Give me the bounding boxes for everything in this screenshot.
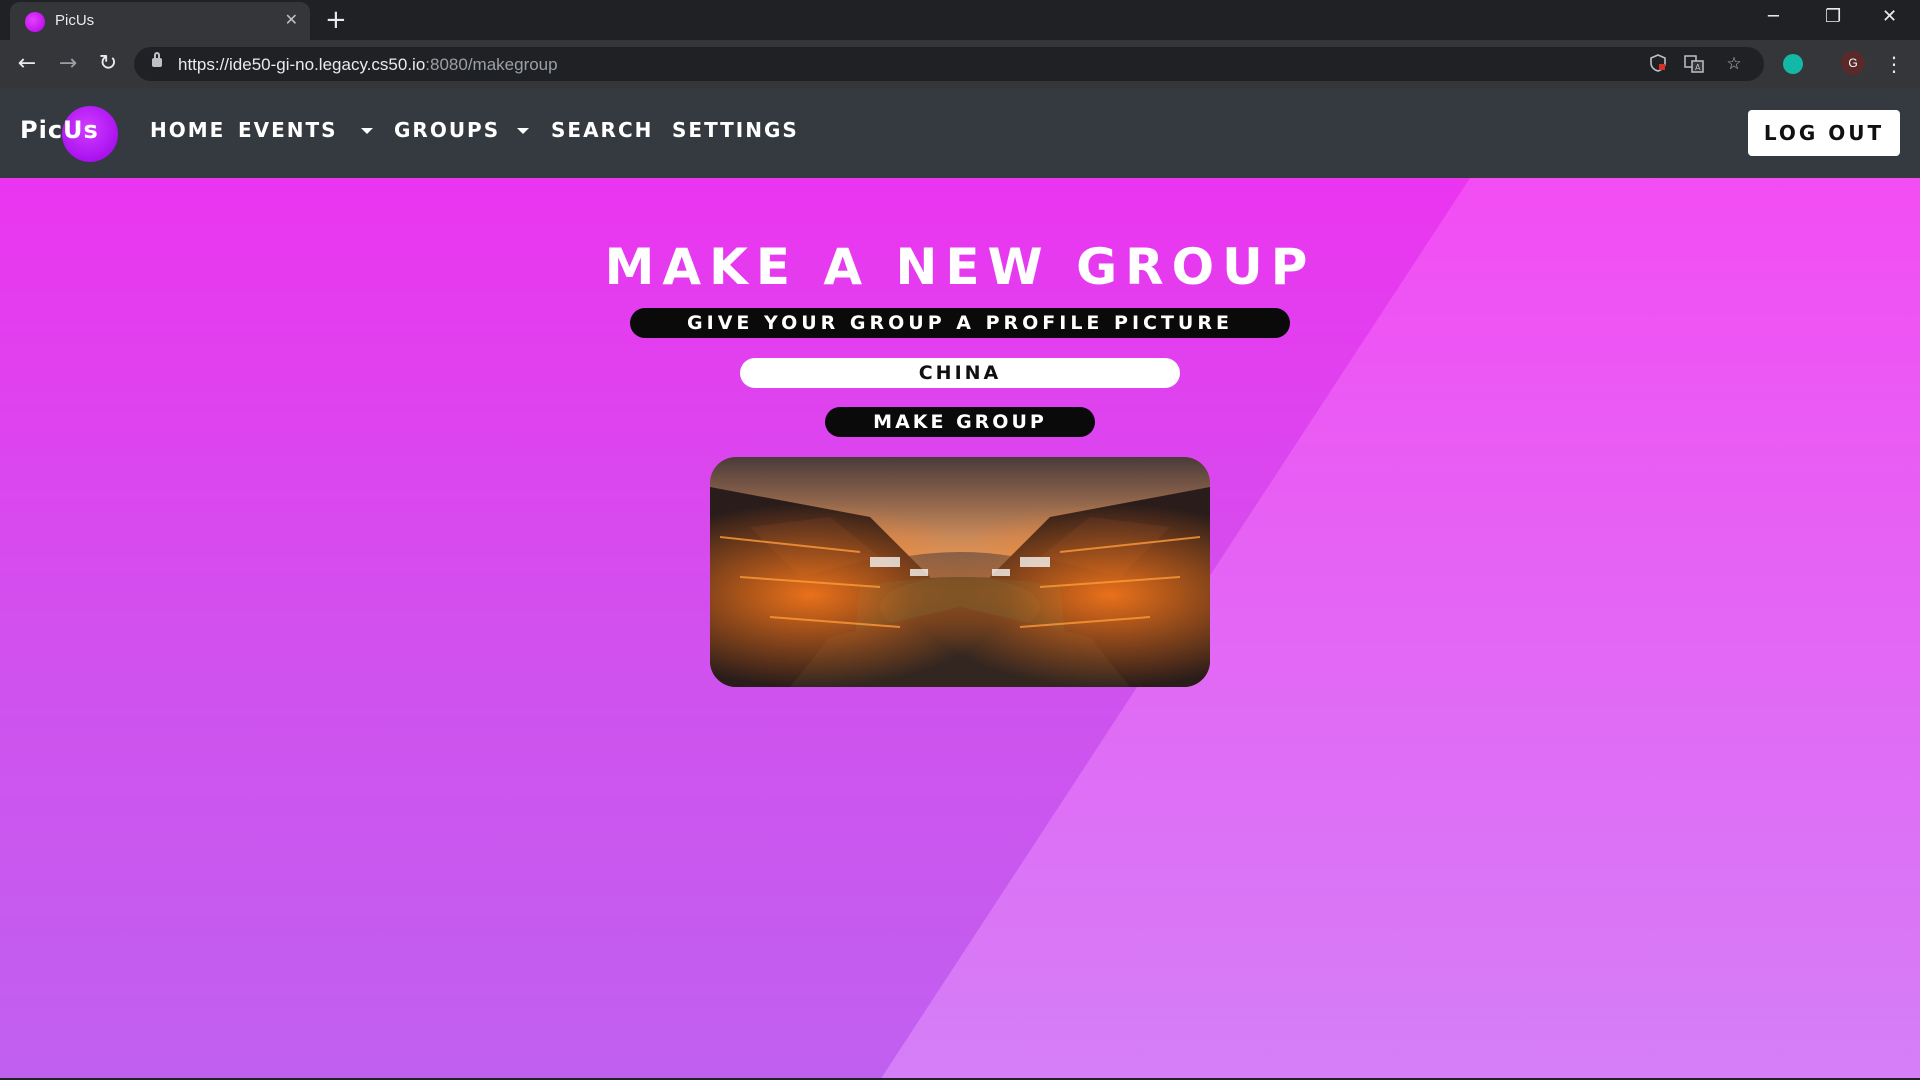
- restore-window-button[interactable]: ❐: [1825, 6, 1841, 28]
- profile-avatar[interactable]: G: [1841, 51, 1865, 75]
- new-tab-button[interactable]: +: [325, 6, 347, 34]
- site-navbar: PicUs Home Events Groups Search Settings…: [0, 88, 1920, 178]
- events-dropdown-caret-icon[interactable]: [361, 128, 373, 134]
- nav-settings[interactable]: Settings: [672, 118, 799, 142]
- minimize-window-button[interactable]: ─: [1768, 6, 1779, 28]
- browser-toolbar: ← → ↻ https://ide50-gi-no.legacy.cs50.io…: [0, 40, 1920, 88]
- site-favicon-icon: [25, 12, 45, 32]
- nav-groups[interactable]: Groups: [394, 118, 500, 142]
- nav-events[interactable]: Events: [238, 118, 338, 142]
- forward-button[interactable]: →: [54, 50, 82, 78]
- page-title: Make a New Group: [604, 238, 1316, 296]
- svg-text:A: A: [1695, 63, 1701, 72]
- extension-icon[interactable]: [1783, 54, 1803, 74]
- page-content: PicUs Home Events Groups Search Settings…: [0, 88, 1920, 1080]
- logout-button[interactable]: Log Out: [1748, 110, 1900, 156]
- browser-tab[interactable]: PicUs ✕: [10, 2, 310, 40]
- brand-name: PicUs: [20, 116, 99, 144]
- browser-tab-strip: PicUs ✕ + ─ ❐ ✕: [0, 0, 1920, 40]
- subtitle-label: Give your group a profile picture: [630, 308, 1290, 338]
- tab-title: PicUs: [55, 12, 95, 29]
- url-path: :8080/makegroup: [425, 55, 558, 74]
- address-bar[interactable]: https://ide50-gi-no.legacy.cs50.io:8080/…: [134, 47, 1764, 81]
- more-menu-icon[interactable]: ⋮: [1884, 50, 1904, 78]
- translate-icon[interactable]: A: [1684, 54, 1704, 74]
- make-group-button[interactable]: Make Group: [825, 407, 1095, 437]
- brand-logo[interactable]: PicUs: [20, 104, 124, 162]
- url-host: https://ide50-gi-no.legacy.cs50.io: [178, 55, 426, 74]
- close-window-button[interactable]: ✕: [1882, 6, 1897, 28]
- back-button[interactable]: ←: [13, 50, 41, 78]
- nav-search[interactable]: Search: [551, 118, 653, 142]
- url-text[interactable]: https://ide50-gi-no.legacy.cs50.io:8080/…: [178, 55, 558, 75]
- groups-dropdown-caret-icon[interactable]: [517, 128, 529, 134]
- close-tab-icon[interactable]: ✕: [285, 10, 298, 30]
- town-rooftops-image: [710, 457, 1210, 687]
- security-shield-icon[interactable]: [1648, 54, 1668, 74]
- bookmark-star-icon[interactable]: ☆: [1724, 54, 1744, 74]
- nav-home[interactable]: Home: [150, 118, 225, 142]
- lock-icon: [152, 52, 162, 67]
- reload-button[interactable]: ↻: [94, 50, 122, 78]
- group-name-input[interactable]: [740, 358, 1180, 388]
- group-profile-picture: [710, 457, 1210, 687]
